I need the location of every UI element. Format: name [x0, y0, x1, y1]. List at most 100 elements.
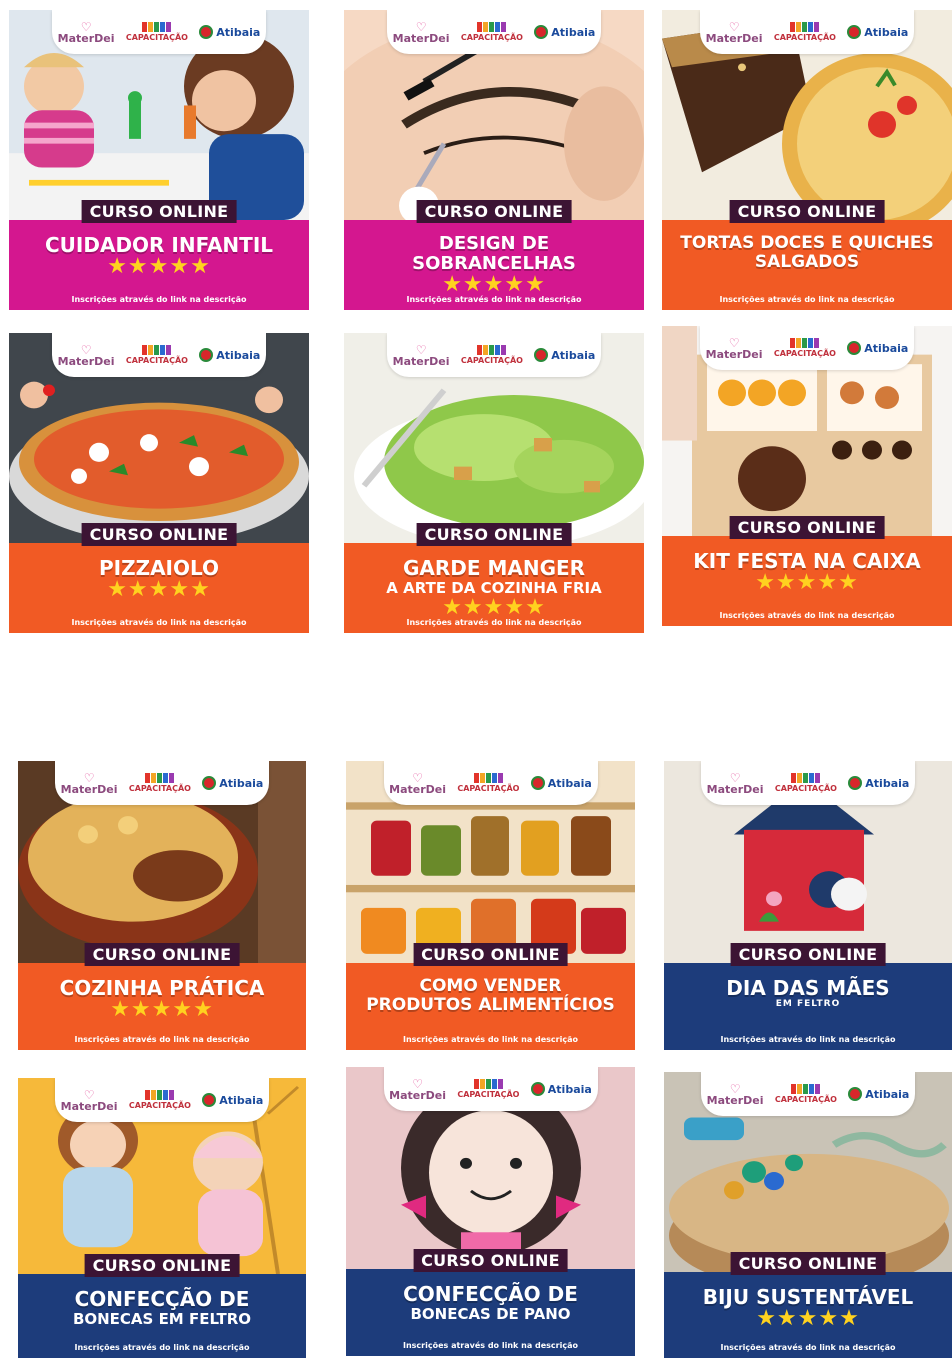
materdei-logo: ♡ MaterDei — [58, 344, 115, 367]
capacitacao-logo-text: CAPACITAÇÃO — [125, 356, 188, 365]
course-card-kit-festa[interactable]: ♡ MaterDei CAPACITAÇÃO Atibaia CURSO ONL… — [662, 326, 952, 626]
course-card-dia-das-maes[interactable]: ♡ MaterDei CAPACITAÇÃO Atibaia CURSO ONL… — [664, 761, 952, 1050]
online-course-badge: CURSO ONLINE — [84, 1254, 240, 1277]
atibaia-logo: Atibaia — [202, 1093, 263, 1107]
materdei-logo-text: MaterDei — [60, 1099, 118, 1113]
course-card-bonecas-feltro[interactable]: ♡ MaterDei CAPACITAÇÃO Atibaia CURSO ONL… — [18, 1078, 306, 1358]
capacitacao-logo-text: CAPACITAÇÃO — [774, 784, 837, 793]
atibaia-logo: Atibaia — [199, 25, 260, 39]
online-course-badge: CURSO ONLINE — [81, 200, 237, 223]
enrollment-note: Inscrições através do link na descrição — [720, 1035, 896, 1044]
books-icon — [790, 22, 820, 32]
capacitacao-logo-text: CAPACITAÇÃO — [773, 349, 836, 358]
enrollment-note: Inscrições através do link na descrição — [71, 295, 247, 304]
enrollment-note: Inscrições através do link na descrição — [74, 1343, 250, 1352]
city-seal-icon — [847, 341, 862, 355]
course-card-design-sobrancelhas[interactable]: ♡ MaterDei CAPACITAÇÃO Atibaia CURSO ONL… — [344, 10, 644, 310]
atibaia-logo: Atibaia — [847, 341, 908, 355]
capacitacao-logo: CAPACITAÇÃO — [457, 1079, 519, 1099]
books-icon — [791, 1084, 821, 1094]
course-card-biju-sustentavel[interactable]: ♡ MaterDei CAPACITAÇÃO Atibaia CURSO ONL… — [664, 1072, 952, 1358]
materdei-logo-text: MaterDei — [60, 782, 118, 796]
atibaia-logo-text: Atibaia — [865, 1087, 910, 1101]
materdei-logo: ♡ MaterDei — [707, 772, 764, 795]
books-icon — [790, 338, 820, 348]
enrollment-note: Inscrições através do link na descrição — [71, 618, 247, 627]
heart-icon: ♡ — [80, 19, 92, 34]
books-icon — [142, 345, 172, 355]
course-card-garde-manger[interactable]: ♡ MaterDei CAPACITAÇÃO Atibaia CURSO ONL… — [344, 333, 644, 633]
books-icon — [145, 773, 175, 783]
city-seal-icon — [848, 776, 863, 790]
enrollment-note: Inscrições através do link na descrição — [403, 1035, 578, 1044]
course-card-pizzaiolo[interactable]: ♡ MaterDei CAPACITAÇÃO Atibaia CURSO ONL… — [9, 333, 309, 633]
books-icon — [477, 22, 507, 32]
course-title: DIA DAS MÃES — [726, 976, 890, 1000]
atibaia-logo-text: Atibaia — [219, 1093, 264, 1107]
materdei-logo: ♡ MaterDei — [61, 1089, 118, 1112]
course-title: COZINHA PRÁTICA — [59, 976, 265, 1000]
atibaia-logo-text: Atibaia — [216, 25, 261, 39]
course-title: DESIGN DE SOBRANCELHAS — [412, 233, 576, 275]
atibaia-logo: Atibaia — [530, 1082, 592, 1096]
heart-icon: ♡ — [415, 19, 427, 34]
materdei-logo: ♡ MaterDei — [393, 344, 450, 367]
course-info-band: COMO VENDER PRODUTOS ALIMENTÍCIOS Inscri… — [346, 963, 635, 1050]
enrollment-note: Inscrições através do link na descrição — [719, 295, 895, 304]
books-icon — [477, 345, 507, 355]
atibaia-logo-text: Atibaia — [547, 1082, 592, 1096]
capacitacao-logo-text: CAPACITAÇÃO — [125, 33, 188, 42]
partner-logos: ♡ MaterDei CAPACITAÇÃO Atibaia — [52, 10, 266, 54]
capacitacao-logo-text: CAPACITAÇÃO — [460, 33, 523, 42]
course-card-tortas-quiches[interactable]: ♡ MaterDei CAPACITAÇÃO Atibaia CURSO ONL… — [662, 10, 952, 310]
course-card-como-vender[interactable]: ♡ MaterDei CAPACITAÇÃO Atibaia CURSO ONL… — [346, 761, 635, 1050]
materdei-logo: ♡ MaterDei — [61, 772, 118, 795]
course-subtitle: EM FELTRO — [775, 999, 841, 1010]
capacitacao-logo: CAPACITAÇÃO — [775, 1084, 837, 1104]
materdei-logo: ♡ MaterDei — [393, 21, 450, 44]
materdei-logo: ♡ MaterDei — [389, 1078, 446, 1101]
atibaia-logo-text: Atibaia — [551, 348, 596, 362]
materdei-logo-text: MaterDei — [389, 1088, 447, 1102]
online-course-badge: CURSO ONLINE — [413, 1249, 568, 1272]
heart-icon: ♡ — [415, 342, 427, 357]
city-seal-icon — [530, 776, 545, 790]
course-info-band: COZINHA PRÁTICA ★★★★★ Inscrições através… — [18, 963, 306, 1050]
atibaia-logo: Atibaia — [530, 776, 592, 790]
partner-logos: ♡ MaterDei CAPACITAÇÃO Atibaia — [701, 1072, 915, 1116]
course-card-cozinha-pratica[interactable]: ♡ MaterDei CAPACITAÇÃO Atibaia CURSO ONL… — [18, 761, 306, 1050]
capacitacao-logo: CAPACITAÇÃO — [129, 773, 191, 793]
heart-icon: ♡ — [729, 1081, 741, 1096]
partner-logos: ♡ MaterDei CAPACITAÇÃO Atibaia — [387, 333, 601, 377]
atibaia-logo: Atibaia — [199, 348, 260, 362]
heart-icon: ♡ — [80, 342, 92, 357]
course-title: KIT FESTA NA CAIXA — [693, 549, 921, 573]
partner-logos: ♡ MaterDei CAPACITAÇÃO Atibaia — [700, 326, 914, 370]
online-course-badge: CURSO ONLINE — [416, 523, 572, 546]
enrollment-note: Inscrições através do link na descrição — [406, 618, 582, 627]
partner-logos: ♡ MaterDei CAPACITAÇÃO Atibaia — [383, 761, 598, 805]
heart-icon: ♡ — [83, 1087, 95, 1102]
atibaia-logo-text: Atibaia — [865, 776, 910, 790]
capacitacao-logo-text: CAPACITAÇÃO — [460, 356, 523, 365]
heart-icon: ♡ — [412, 1076, 423, 1091]
rating-stars: ★★★★★ — [442, 595, 546, 621]
course-info-band: BIJU SUSTENTÁVEL ★★★★★ Inscrições atravé… — [664, 1272, 952, 1358]
books-icon — [473, 773, 503, 783]
materdei-logo-text: MaterDei — [389, 782, 447, 796]
course-title: BIJU SUSTENTÁVEL — [702, 1285, 914, 1309]
course-card-cuidador-infantil[interactable]: ♡ MaterDei CAPACITAÇÃO Atibaia CURSO ONL… — [9, 10, 309, 310]
course-title: CONFECÇÃO DE — [403, 1282, 578, 1306]
course-subtitle: BONECAS EM FELTRO — [72, 1310, 252, 1329]
online-course-badge: CURSO ONLINE — [729, 200, 885, 223]
atibaia-logo-text: Atibaia — [216, 348, 261, 362]
capacitacao-logo: CAPACITAÇÃO — [775, 773, 837, 793]
rating-stars: ★★★★★ — [107, 577, 211, 603]
course-card-bonecas-pano[interactable]: ♡ MaterDei CAPACITAÇÃO Atibaia CURSO ONL… — [346, 1067, 635, 1356]
enrollment-note: Inscrições através do link na descrição — [720, 1343, 896, 1352]
course-title: COMO VENDER PRODUTOS ALIMENTÍCIOS — [366, 976, 615, 1016]
enrollment-note: Inscrições através do link na descrição — [74, 1035, 250, 1044]
course-info-band: CONFECÇÃO DE BONECAS DE PANO Inscrições … — [346, 1269, 635, 1356]
course-info-band: PIZZAIOLO ★★★★★ Inscrições através do li… — [9, 543, 309, 633]
materdei-logo: ♡ MaterDei — [58, 21, 115, 44]
